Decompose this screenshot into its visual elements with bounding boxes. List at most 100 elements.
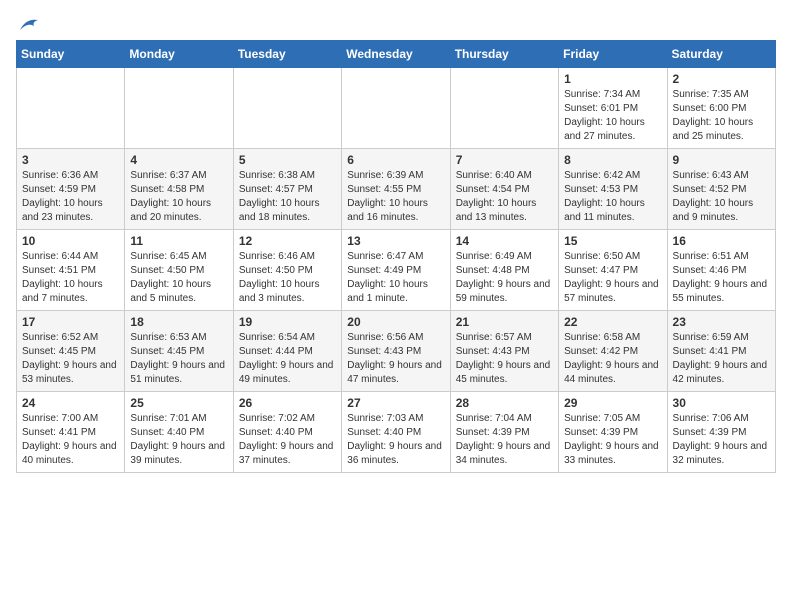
day-cell: 1 Sunrise: 7:34 AM Sunset: 6:01 PM Daylig… [559, 68, 667, 149]
day-number: 26 [239, 396, 336, 410]
day-cell: 4 Sunrise: 6:37 AM Sunset: 4:58 PM Daylig… [125, 149, 233, 230]
column-header-friday: Friday [559, 41, 667, 68]
day-cell: 25 Sunrise: 7:01 AM Sunset: 4:40 PM Dayli… [125, 392, 233, 473]
logo-bird-icon [18, 16, 40, 32]
day-cell: 8 Sunrise: 6:42 AM Sunset: 4:53 PM Daylig… [559, 149, 667, 230]
day-number: 8 [564, 153, 661, 167]
day-cell: 12Sunrise: 6:46 AM Sunset: 4:50 PM Dayli… [233, 230, 341, 311]
day-number: 30 [673, 396, 770, 410]
day-number: 2 [673, 72, 770, 86]
day-number: 24 [22, 396, 119, 410]
day-info: Sunrise: 6:44 AM Sunset: 4:51 PM Dayligh… [22, 250, 119, 306]
day-cell [233, 68, 341, 149]
day-info: Sunrise: 6:39 AM Sunset: 4:55 PM Dayligh… [347, 169, 444, 225]
day-number: 13 [347, 234, 444, 248]
week-row-4: 17 Sunrise: 6:52 AM Sunset: 4:45 PM Dayli… [17, 311, 776, 392]
day-cell: 3 Sunrise: 6:36 AM Sunset: 4:59 PM Daylig… [17, 149, 125, 230]
day-cell: 2 Sunrise: 7:35 AM Sunset: 6:00 PM Daylig… [667, 68, 775, 149]
day-cell: 20Sunrise: 6:56 AM Sunset: 4:43 PM Dayli… [342, 311, 450, 392]
day-info: Sunrise: 6:58 AM Sunset: 4:42 PM Dayligh… [564, 331, 661, 387]
day-info: Sunrise: 6:53 AM Sunset: 4:45 PM Dayligh… [130, 331, 227, 387]
day-number: 21 [456, 315, 553, 329]
day-number: 3 [22, 153, 119, 167]
week-row-2: 3 Sunrise: 6:36 AM Sunset: 4:59 PM Daylig… [17, 149, 776, 230]
column-header-monday: Monday [125, 41, 233, 68]
day-info: Sunrise: 7:03 AM Sunset: 4:40 PM Dayligh… [347, 412, 444, 468]
day-info: Sunrise: 6:45 AM Sunset: 4:50 PM Dayligh… [130, 250, 227, 306]
day-info: Sunrise: 6:40 AM Sunset: 4:54 PM Dayligh… [456, 169, 553, 225]
day-cell [17, 68, 125, 149]
day-number: 20 [347, 315, 444, 329]
day-info: Sunrise: 6:36 AM Sunset: 4:59 PM Dayligh… [22, 169, 119, 225]
day-info: Sunrise: 6:59 AM Sunset: 4:41 PM Dayligh… [673, 331, 770, 387]
day-info: Sunrise: 6:47 AM Sunset: 4:49 PM Dayligh… [347, 250, 444, 306]
day-info: Sunrise: 6:54 AM Sunset: 4:44 PM Dayligh… [239, 331, 336, 387]
day-cell: 27 Sunrise: 7:03 AM Sunset: 4:40 PM Dayli… [342, 392, 450, 473]
day-number: 4 [130, 153, 227, 167]
calendar-header-row: SundayMondayTuesdayWednesdayThursdayFrid… [17, 41, 776, 68]
day-number: 27 [347, 396, 444, 410]
day-cell: 23Sunrise: 6:59 AM Sunset: 4:41 PM Dayli… [667, 311, 775, 392]
day-cell: 18Sunrise: 6:53 AM Sunset: 4:45 PM Dayli… [125, 311, 233, 392]
week-row-5: 24 Sunrise: 7:00 AM Sunset: 4:41 PM Dayli… [17, 392, 776, 473]
day-number: 28 [456, 396, 553, 410]
day-info: Sunrise: 7:05 AM Sunset: 4:39 PM Dayligh… [564, 412, 661, 468]
day-number: 5 [239, 153, 336, 167]
day-number: 16 [673, 234, 770, 248]
day-cell: 29 Sunrise: 7:05 AM Sunset: 4:39 PM Dayli… [559, 392, 667, 473]
day-number: 12 [239, 234, 336, 248]
day-info: Sunrise: 7:35 AM Sunset: 6:00 PM Dayligh… [673, 88, 770, 144]
day-cell: 16 Sunrise: 6:51 AM Sunset: 4:46 PM Dayli… [667, 230, 775, 311]
week-row-1: 1 Sunrise: 7:34 AM Sunset: 6:01 PM Daylig… [17, 68, 776, 149]
day-info: Sunrise: 7:34 AM Sunset: 6:01 PM Dayligh… [564, 88, 661, 144]
day-info: Sunrise: 6:52 AM Sunset: 4:45 PM Dayligh… [22, 331, 119, 387]
day-number: 11 [130, 234, 227, 248]
day-number: 1 [564, 72, 661, 86]
day-number: 7 [456, 153, 553, 167]
day-cell: 10 Sunrise: 6:44 AM Sunset: 4:51 PM Dayli… [17, 230, 125, 311]
day-cell: 9 Sunrise: 6:43 AM Sunset: 4:52 PM Daylig… [667, 149, 775, 230]
day-number: 19 [239, 315, 336, 329]
day-info: Sunrise: 6:57 AM Sunset: 4:43 PM Dayligh… [456, 331, 553, 387]
day-cell: 26 Sunrise: 7:02 AM Sunset: 4:40 PM Dayli… [233, 392, 341, 473]
column-header-wednesday: Wednesday [342, 41, 450, 68]
day-number: 25 [130, 396, 227, 410]
day-info: Sunrise: 7:06 AM Sunset: 4:39 PM Dayligh… [673, 412, 770, 468]
day-info: Sunrise: 6:51 AM Sunset: 4:46 PM Dayligh… [673, 250, 770, 306]
day-cell: 30 Sunrise: 7:06 AM Sunset: 4:39 PM Dayli… [667, 392, 775, 473]
day-cell: 7 Sunrise: 6:40 AM Sunset: 4:54 PM Daylig… [450, 149, 558, 230]
day-info: Sunrise: 6:38 AM Sunset: 4:57 PM Dayligh… [239, 169, 336, 225]
day-number: 9 [673, 153, 770, 167]
day-info: Sunrise: 7:04 AM Sunset: 4:39 PM Dayligh… [456, 412, 553, 468]
day-cell: 17 Sunrise: 6:52 AM Sunset: 4:45 PM Dayli… [17, 311, 125, 392]
day-info: Sunrise: 6:50 AM Sunset: 4:47 PM Dayligh… [564, 250, 661, 306]
day-info: Sunrise: 6:49 AM Sunset: 4:48 PM Dayligh… [456, 250, 553, 306]
day-number: 22 [564, 315, 661, 329]
day-cell: 19 Sunrise: 6:54 AM Sunset: 4:44 PM Dayli… [233, 311, 341, 392]
column-header-tuesday: Tuesday [233, 41, 341, 68]
day-cell: 14 Sunrise: 6:49 AM Sunset: 4:48 PM Dayli… [450, 230, 558, 311]
week-row-3: 10 Sunrise: 6:44 AM Sunset: 4:51 PM Dayli… [17, 230, 776, 311]
day-number: 17 [22, 315, 119, 329]
day-cell: 28 Sunrise: 7:04 AM Sunset: 4:39 PM Dayli… [450, 392, 558, 473]
day-cell: 15Sunrise: 6:50 AM Sunset: 4:47 PM Dayli… [559, 230, 667, 311]
day-number: 29 [564, 396, 661, 410]
day-number: 14 [456, 234, 553, 248]
day-info: Sunrise: 6:43 AM Sunset: 4:52 PM Dayligh… [673, 169, 770, 225]
day-info: Sunrise: 7:00 AM Sunset: 4:41 PM Dayligh… [22, 412, 119, 468]
day-cell: 21 Sunrise: 6:57 AM Sunset: 4:43 PM Dayli… [450, 311, 558, 392]
day-cell [342, 68, 450, 149]
day-cell: 24 Sunrise: 7:00 AM Sunset: 4:41 PM Dayli… [17, 392, 125, 473]
calendar-table: SundayMondayTuesdayWednesdayThursdayFrid… [16, 40, 776, 473]
column-header-thursday: Thursday [450, 41, 558, 68]
day-cell: 13 Sunrise: 6:47 AM Sunset: 4:49 PM Dayli… [342, 230, 450, 311]
day-cell [450, 68, 558, 149]
day-info: Sunrise: 7:01 AM Sunset: 4:40 PM Dayligh… [130, 412, 227, 468]
column-header-sunday: Sunday [17, 41, 125, 68]
day-cell: 22 Sunrise: 6:58 AM Sunset: 4:42 PM Dayli… [559, 311, 667, 392]
logo [16, 16, 40, 30]
day-info: Sunrise: 6:42 AM Sunset: 4:53 PM Dayligh… [564, 169, 661, 225]
day-number: 10 [22, 234, 119, 248]
day-info: Sunrise: 7:02 AM Sunset: 4:40 PM Dayligh… [239, 412, 336, 468]
day-info: Sunrise: 6:37 AM Sunset: 4:58 PM Dayligh… [130, 169, 227, 225]
